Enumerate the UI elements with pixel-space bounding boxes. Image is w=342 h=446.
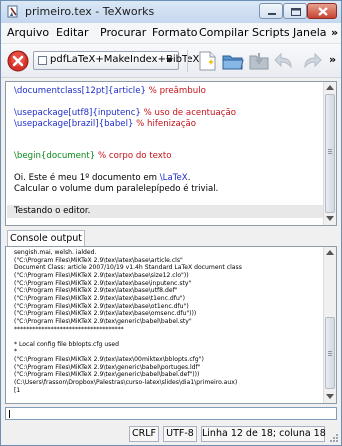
editor-token: . [187,173,191,184]
editor-token: % uso de acentuação [140,107,236,118]
console-line: ("C:\Program Files\MiKTeX 2.9\tex\latex\… [14,287,178,295]
editor-line: Oi. Este é meu 1º documento em \LaTeX. [14,173,190,184]
console-line: ("C:\Program Files\MiKTeX 2.9\tex\generi… [14,371,200,379]
chevron-down-icon [166,58,173,63]
line-ending-indicator[interactable]: CRLF [129,426,159,442]
editor-token: Oi. Este é meu 1º documento em [14,173,160,184]
console-line: ("C:\Program Files\MiKTeX 2.9\tex\latex\… [14,294,185,302]
editor-line: Testando o editor. [14,206,90,217]
editor-scroll-thumb[interactable] [325,94,335,213]
open-folder-icon[interactable] [221,50,245,72]
console-line: ("C:\Program Files\MiKTeX 2.9\tex\latex\… [14,302,189,310]
editor-line: \usepackage[utf8]{inputenc} % uso de ace… [14,108,236,119]
console-line: ("C:\Program Files\MiKTeX 2.9\tex\generi… [14,363,201,371]
editor-token: Testando o editor. [14,205,91,216]
editor-line: \begin{document} % corpo do texto [14,151,172,162]
menu-arquivo[interactable]: Arquivo [7,26,49,39]
menu-formato[interactable]: Formato [152,26,198,39]
console-line: * [14,348,18,356]
save-icon[interactable] [247,50,271,72]
menu-janela[interactable]: Janela [293,26,327,39]
menu-bar: Arquivo Editar Procurar Formato Compilar… [1,23,341,44]
new-document-icon[interactable] [195,50,219,72]
console-scroll-thumb[interactable] [325,317,335,389]
console-line: (C:\Users\frasson\Dropbox\Palestras\curs… [14,379,238,387]
menu-scripts[interactable]: Scripts [252,26,290,39]
console-input[interactable] [5,407,337,420]
text-cursor [9,410,10,418]
menu-procurar[interactable]: Procurar [100,26,146,39]
console-line: ("C:\Program Files\MiKTeX 2.9\tex\latex\… [14,271,189,279]
scroll-up-icon[interactable] [326,250,334,255]
texworks-app-icon [7,5,18,18]
minimize-icon [268,13,276,15]
maximize-button[interactable] [283,3,307,19]
tab-console-output[interactable]: Console output [7,230,85,247]
editor-token: Calcular o volume dum paralelepípedo é t… [14,184,219,195]
window-title: primeiro.tex - TeXworks [25,5,155,18]
resize-grip-icon[interactable] [329,433,339,443]
console-line: ("C:\Program Files\MiKTeX 2.9\tex\latex\… [14,356,204,364]
menu-overflow[interactable]: » [331,26,338,39]
scroll-down-icon[interactable] [326,394,334,399]
console-line: ("C:\Program Files\MiKTeX 2.9\tex\generi… [14,317,192,325]
toolbar: pdfLaTeX+MakeIndex+BibTeX » [1,44,341,78]
menu-editar[interactable]: Editar [56,26,89,39]
cursor-position-indicator: Linha 12 de 18; coluna 18 [201,426,326,442]
menu-compilar[interactable]: Compilar [199,26,248,39]
engine-label: pdfLaTeX+MakeIndex+BibTeX [50,54,200,65]
engine-select[interactable]: pdfLaTeX+MakeIndex+BibTeX [33,51,199,70]
status-bar: CRLF UTF-8 Linha 12 de 18; coluna 18 [1,422,341,445]
console-line: [1 [14,386,21,394]
close-icon [318,7,328,16]
console-line: ************************************ [14,325,124,333]
undo-icon[interactable] [273,50,297,72]
toolbar-separator [187,50,188,72]
editor-token: % corpo do texto [95,151,172,162]
console-scrollbar[interactable] [323,247,336,403]
editor-token: \documentclass[12pt]{article} [14,86,146,96]
editor-line: Calcular o volume dum paralelepípedo é t… [14,184,218,195]
editor-line: \documentclass[12pt]{article} % preâmbul… [14,86,206,97]
console-line: sengish.mai, welsh. ialded. [14,249,97,256]
editor-token: % hifenização [133,118,197,129]
texworks-window: primeiro.tex - TeXworks Arquivo Editar P… [0,0,342,446]
stop-typeset-button[interactable] [7,50,29,72]
scroll-up-icon[interactable] [326,85,334,90]
scroll-down-icon[interactable] [326,216,334,221]
console-line: * Local config file bblopts.cfg used [14,340,119,348]
title-bar[interactable]: primeiro.tex - TeXworks [1,1,341,23]
engine-checkbox-icon [38,56,47,65]
console-line: ("C:\Program Files\MiKTeX 2.9\tex\latex\… [14,256,183,264]
minimize-button[interactable] [259,3,283,19]
editor-line: \usepackage[brazil]{babel} % hifenização [14,119,196,130]
editor-token: \LaTeX [159,173,188,184]
encoding-indicator[interactable]: UTF-8 [163,426,197,442]
console-line: Document Class: article 2007/10/19 v1.4h… [14,264,242,272]
editor-text-area[interactable]: \documentclass[12pt]{article} % preâmbul… [5,81,337,226]
console-line: ("C:\Program Files\MiKTeX 2.9\tex\latex\… [14,279,192,287]
editor-token: \begin{document} [14,151,96,162]
console-line: ("C:\Program Files\MiKTeX 2.9\tex\latex\… [14,310,197,318]
redo-icon[interactable] [299,50,323,72]
editor-token: % preâmbulo [145,86,206,96]
toolbar-overflow[interactable]: » [329,53,336,66]
console-output-area[interactable]: sengish.mai, welsh. ialded. ("C:\Program … [5,246,337,404]
editor-scrollbar[interactable] [323,82,336,225]
editor-token: \usepackage[brazil]{babel} [14,118,134,129]
editor-token: \usepackage[utf8]{inputenc} [14,107,141,118]
maximize-icon [291,8,301,16]
close-button[interactable] [307,3,337,19]
